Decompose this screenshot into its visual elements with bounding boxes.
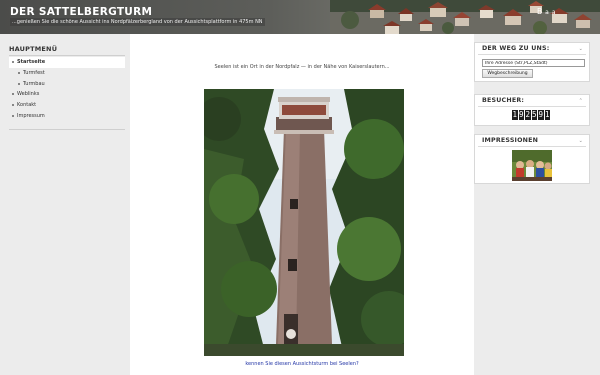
- visitors-heading-bar: BESUCHER: ⌃: [475, 95, 589, 106]
- menu-item-label: Kontakt: [17, 102, 37, 109]
- chevron-up-icon[interactable]: ⌃: [579, 98, 583, 104]
- counter-digit: 1: [544, 110, 550, 120]
- counter-digit: 5: [531, 110, 537, 120]
- site-subtitle: ...genießen Sie die schöne Aussicht ins …: [10, 18, 265, 26]
- main-menu: Startseite Turmfest Turmbau Weblinks Kon…: [9, 57, 125, 121]
- directions-heading-bar: DER WEG ZU UNS: ⌄: [475, 43, 589, 54]
- chevron-down-icon[interactable]: ⌄: [579, 46, 583, 52]
- box-divider: [478, 54, 586, 55]
- impressions-heading-bar: IMPRESSIONEN ⌄: [475, 135, 589, 146]
- bullet-icon: [12, 114, 14, 117]
- font-smaller-button[interactable]: a: [552, 10, 556, 16]
- menu-item-turmfest[interactable]: Turmfest: [9, 68, 125, 79]
- visitors-heading: BESUCHER:: [482, 97, 525, 104]
- counter-digit: 9: [518, 110, 524, 120]
- menu-divider: [9, 55, 125, 56]
- font-bigger-button[interactable]: B: [537, 8, 542, 16]
- bullet-icon: [12, 104, 14, 107]
- font-size-controls: B a a: [537, 8, 556, 16]
- directions-heading: DER WEG ZU UNS:: [482, 45, 550, 52]
- menu-item-turmbau[interactable]: Turmbau: [9, 78, 125, 89]
- tower-photo: [204, 89, 404, 356]
- site-header: DER SATTELBERGTURM ...genießen Sie die s…: [0, 0, 600, 34]
- impressions-heading: IMPRESSIONEN: [482, 137, 539, 144]
- menu-item-impressum[interactable]: Impressum: [9, 110, 125, 121]
- directions-box: DER WEG ZU UNS: ⌄ Wegbeschreibung: [474, 42, 590, 82]
- left-sidebar: HAUPTMENÜ Startseite Turmfest Turmbau We…: [0, 34, 130, 375]
- main-content: Seelen ist ein Ort in der Nordpfalz — in…: [130, 34, 474, 375]
- site-title: DER SATTELBERGTURM: [10, 6, 153, 18]
- bullet-icon: [18, 82, 20, 85]
- bullet-icon: [18, 72, 20, 75]
- font-reset-button[interactable]: a: [545, 10, 549, 16]
- counter-digit: 2: [525, 110, 531, 120]
- chevron-down-icon[interactable]: ⌄: [579, 138, 583, 144]
- box-divider: [478, 106, 586, 107]
- photo-caption-link[interactable]: kennen Sie diesen Aussichtsturm bei Seel…: [130, 361, 474, 367]
- village-banner-image: [330, 0, 600, 34]
- visitors-box: BESUCHER: ⌃ 192591: [474, 94, 590, 126]
- menu-item-kontakt[interactable]: Kontakt: [9, 100, 125, 111]
- menu-divider: [9, 129, 125, 130]
- bullet-icon: [12, 93, 14, 96]
- main-menu-heading: HAUPTMENÜ: [9, 45, 58, 53]
- address-input[interactable]: [482, 59, 585, 67]
- route-button[interactable]: Wegbeschreibung: [482, 69, 533, 78]
- right-sidebar: DER WEG ZU UNS: ⌄ Wegbeschreibung BESUCH…: [474, 34, 600, 375]
- menu-item-label: Weblinks: [17, 91, 40, 98]
- intro-text: Seelen ist ein Ort in der Nordpfalz — in…: [214, 64, 390, 70]
- menu-item-label: Turmfest: [23, 70, 45, 77]
- menu-item-label: Impressum: [17, 112, 45, 119]
- impressions-thumbnail[interactable]: [512, 150, 552, 181]
- impressions-box: IMPRESSIONEN ⌄: [474, 134, 590, 184]
- menu-item-label: Startseite: [17, 59, 46, 66]
- menu-item-weblinks[interactable]: Weblinks: [9, 89, 125, 100]
- counter-digit: 9: [538, 110, 544, 120]
- box-divider: [478, 146, 586, 147]
- bullet-icon: [12, 61, 14, 64]
- menu-item-label: Turmbau: [23, 80, 45, 87]
- menu-item-startseite[interactable]: Startseite: [9, 57, 125, 68]
- counter-digit: 1: [512, 110, 518, 120]
- visitor-counter: 192591: [512, 110, 550, 120]
